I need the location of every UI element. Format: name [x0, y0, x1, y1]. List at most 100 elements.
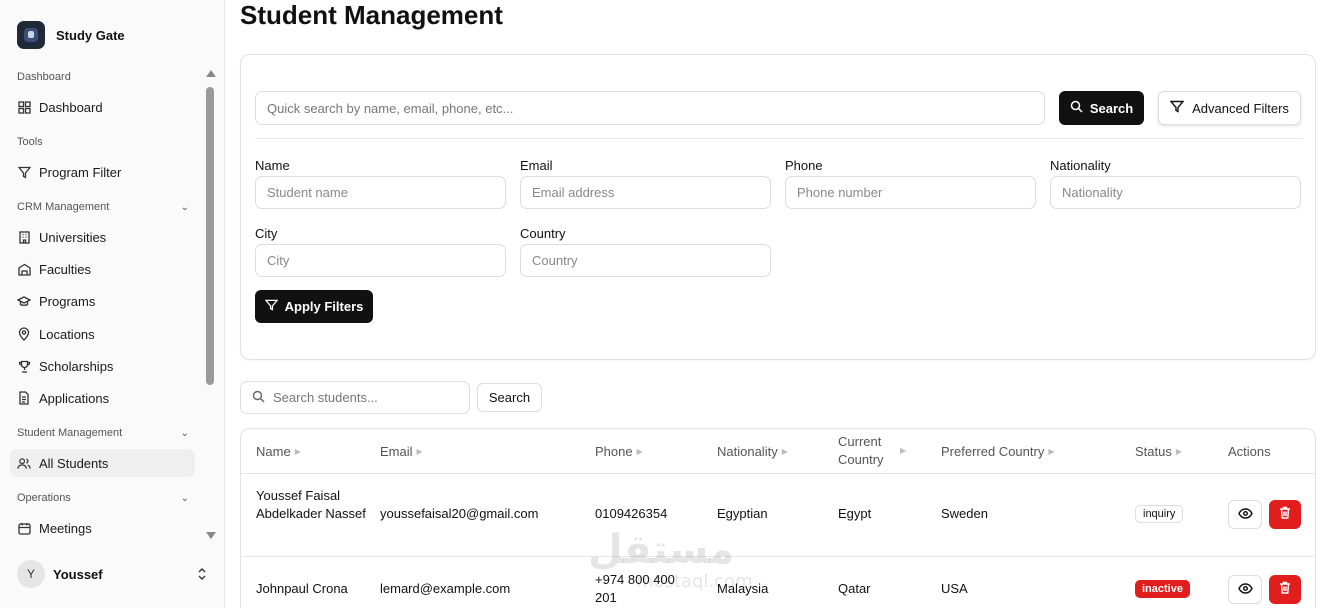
column-header-phone[interactable]: Phone ▶: [595, 429, 643, 473]
building-icon: [17, 230, 31, 244]
apply-filters-button[interactable]: Apply Filters: [255, 290, 373, 323]
student-search-button[interactable]: Search: [477, 383, 542, 412]
header-label: Email: [380, 443, 413, 459]
cell-preferred-country: Sweden: [941, 506, 988, 521]
column-header-nationality[interactable]: Nationality ▶: [717, 429, 788, 473]
watermark: مستقل: [588, 527, 735, 573]
sidebar-item-label: Applications: [39, 390, 110, 406]
sort-arrow-icon: ▶: [1175, 446, 1183, 456]
header-label: Status: [1135, 443, 1172, 459]
view-button[interactable]: [1228, 575, 1262, 604]
chevrons-up-down-icon: [197, 567, 207, 581]
phone-field[interactable]: Phone number: [785, 176, 1036, 209]
cell-current-country: Qatar: [838, 581, 871, 596]
chevron-down-icon: ⌄: [180, 201, 189, 213]
sort-arrow-icon: ▶: [900, 446, 907, 455]
cell-name: Johnpaul Crona: [256, 581, 348, 596]
country-field[interactable]: Country: [520, 244, 771, 277]
sidebar-item-dashboard[interactable]: Dashboard: [10, 93, 195, 121]
email-label: Email: [520, 158, 553, 173]
scroll-down-arrow-icon[interactable]: [206, 532, 216, 539]
delete-button[interactable]: [1269, 500, 1301, 529]
header-label: Nationality: [717, 443, 778, 459]
nationality-label: Nationality: [1050, 158, 1111, 173]
status-badge: inquiry: [1135, 505, 1184, 523]
row-divider: [241, 473, 1315, 474]
sidebar-item-label: Meetings: [39, 520, 92, 536]
grid-icon: [17, 100, 31, 114]
cell-nationality: Egyptian: [717, 506, 768, 521]
sidebar-item-label: Locations: [39, 326, 95, 342]
filter-panel: Quick search by name, email, phone, etc.…: [240, 54, 1316, 360]
section-student-management[interactable]: Student Management ⌄: [17, 427, 189, 439]
sort-arrow-icon: ▶: [416, 446, 423, 456]
search-icon: [1070, 100, 1083, 116]
sidebar-item-faculties[interactable]: Faculties: [10, 255, 195, 283]
sidebar-item-program-filter[interactable]: Program Filter: [10, 158, 195, 186]
sidebar-item-label: Program Filter: [39, 164, 122, 180]
city-field[interactable]: City: [255, 244, 506, 277]
sort-arrow-icon: ▶: [1048, 446, 1055, 456]
sidebar-item-scholarships[interactable]: Scholarships: [10, 352, 195, 380]
advanced-filters-button[interactable]: Advanced Filters: [1158, 91, 1301, 125]
row-divider: [241, 556, 1315, 557]
section-dashboard: Dashboard: [17, 71, 189, 83]
header-label: Name: [256, 443, 291, 459]
sort-arrow-icon: ▶: [781, 446, 788, 456]
apply-filters-label: Apply Filters: [284, 299, 364, 314]
column-header-name[interactable]: Name ▶: [256, 429, 301, 473]
page-title: Student Management: [240, 0, 503, 30]
column-header-actions: Actions: [1228, 429, 1271, 473]
sidebar-item-label: Programs: [39, 293, 96, 309]
sidebar-item-meetings[interactable]: Meetings: [10, 514, 195, 542]
sidebar-scrollbar-thumb[interactable]: [206, 87, 214, 385]
section-tools: Tools: [17, 136, 189, 148]
graduation-cap-icon: [17, 294, 31, 308]
sidebar-item-programs[interactable]: Programs: [10, 287, 195, 315]
header-label: Phone: [595, 443, 633, 459]
quick-search-input[interactable]: Quick search by name, email, phone, etc.…: [255, 91, 1045, 125]
brand[interactable]: Study Gate: [17, 21, 125, 49]
column-header-status[interactable]: Status ▶: [1135, 429, 1182, 473]
search-button[interactable]: Search: [1059, 91, 1144, 125]
section-crm[interactable]: CRM Management ⌄: [17, 201, 189, 213]
section-label: CRM Management: [17, 201, 110, 213]
cell-email: lemard@example.com: [380, 581, 511, 596]
sidebar-item-label: All Students: [39, 455, 109, 471]
chevron-down-icon: ⌄: [180, 492, 189, 504]
sidebar-item-all-students[interactable]: All Students: [10, 449, 195, 477]
cell-current-country: Egypt: [838, 506, 872, 521]
eye-icon: [1237, 506, 1253, 524]
student-search-placeholder: Search students...: [273, 390, 378, 405]
country-label: Country: [520, 226, 566, 241]
eye-icon: [1237, 581, 1253, 599]
header-label: Preferred Country: [941, 443, 1045, 459]
divider: [255, 138, 1303, 139]
column-header-email[interactable]: Email ▶: [380, 429, 423, 473]
header-label: Actions: [1228, 443, 1271, 459]
column-header-current-country[interactable]: Current Country ▶: [838, 429, 913, 473]
file-icon: [17, 391, 31, 405]
student-search-input[interactable]: Search students...: [240, 381, 470, 414]
filter-icon: [264, 299, 279, 314]
user-menu[interactable]: Y Youssef: [17, 560, 207, 588]
section-label: Dashboard: [17, 71, 71, 83]
sidebar-item-label: Dashboard: [39, 99, 103, 115]
filter-icon: [17, 165, 31, 179]
nationality-field[interactable]: Nationality: [1050, 176, 1301, 209]
name-field[interactable]: Student name: [255, 176, 506, 209]
email-field[interactable]: Email address: [520, 176, 771, 209]
scroll-up-arrow-icon[interactable]: [206, 70, 216, 77]
app-root: Study Gate Dashboard Dashboard Tools Pro…: [0, 0, 1335, 608]
sort-arrow-icon: ▶: [636, 446, 643, 456]
phone-label: Phone: [785, 158, 823, 173]
city-label: City: [255, 226, 278, 241]
view-button[interactable]: [1228, 500, 1262, 529]
sidebar-item-universities[interactable]: Universities: [10, 223, 195, 251]
sidebar-item-locations[interactable]: Locations: [10, 320, 195, 348]
sidebar: Study Gate Dashboard Dashboard Tools Pro…: [0, 0, 225, 608]
section-operations[interactable]: Operations ⌄: [17, 492, 189, 504]
delete-button[interactable]: [1269, 575, 1301, 604]
column-header-preferred-country[interactable]: Preferred Country ▶: [941, 429, 1054, 473]
sidebar-item-applications[interactable]: Applications: [10, 384, 195, 412]
